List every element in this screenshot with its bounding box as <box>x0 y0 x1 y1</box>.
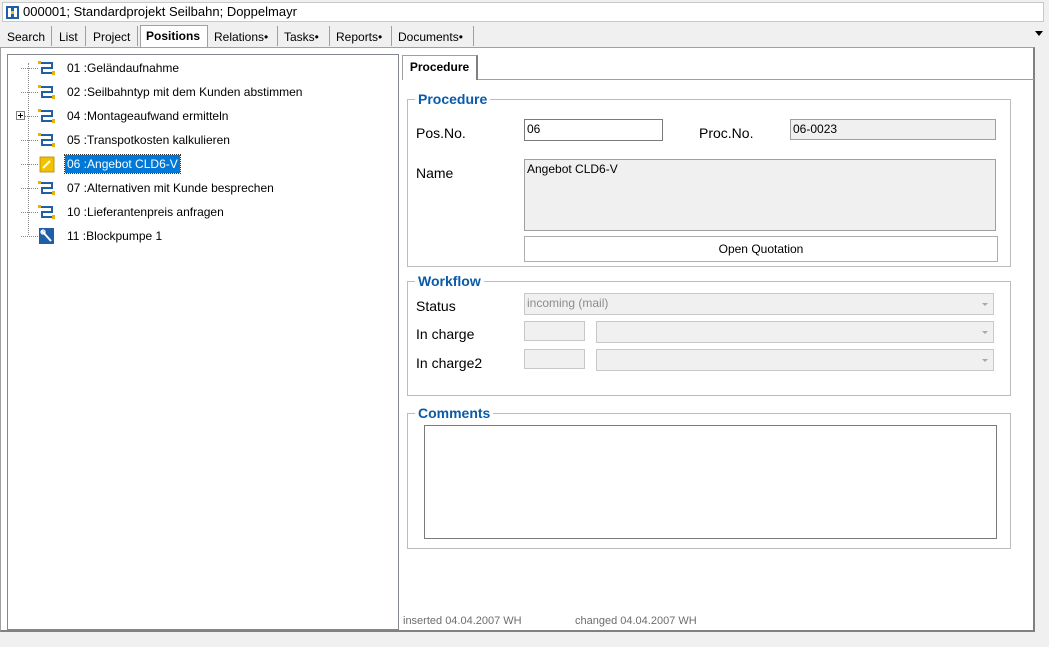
positions-tree[interactable]: 01 :Geländaufnahme 02 :Seilbahntyp mit d… <box>7 54 399 630</box>
tree-item-11[interactable]: 11 :Blockpumpe 1 <box>8 225 398 247</box>
tree-item-10[interactable]: 10 :Lieferantenpreis anfragen <box>8 201 398 223</box>
tree-item-01[interactable]: 01 :Geländaufnahme <box>8 57 398 79</box>
tab-search[interactable]: Search <box>2 26 52 46</box>
tree-item-05[interactable]: 05 :Transpotkosten kalkulieren <box>8 129 398 151</box>
in-charge2-code-field <box>524 349 585 369</box>
tab-list[interactable]: List <box>54 26 86 46</box>
workflow-icon <box>38 133 55 147</box>
tab-reports[interactable]: Reports• <box>331 26 392 46</box>
dropdown-arrow-icon <box>982 359 988 362</box>
tab-tasks[interactable]: Tasks• <box>279 26 330 46</box>
name-label: Name <box>416 165 454 181</box>
tab-project[interactable]: Project <box>88 26 138 46</box>
tree-item-label: 10 :Lieferantenpreis anfragen <box>67 205 224 219</box>
comments-group-title: Comments <box>415 405 494 421</box>
in-charge2-select <box>596 349 994 371</box>
tree-item-label: 04 :Montageaufwand ermitteln <box>67 109 229 123</box>
in-charge2-label: In charge2 <box>416 355 483 371</box>
tree-item-label: 07 :Alternativen mit Kunde besprechen <box>67 181 274 195</box>
name-field[interactable]: Angebot CLD6-V <box>524 159 996 231</box>
inserted-info: inserted 04.04.2007 WH <box>403 615 522 627</box>
window-title-bar: 000001; Standardprojekt Seilbahn; Doppel… <box>2 2 1044 22</box>
procedure-group-title: Procedure <box>415 91 491 107</box>
tree-item-02[interactable]: 02 :Seilbahntyp mit dem Kunden abstimmen <box>8 81 398 103</box>
pos-no-label: Pos.No. <box>416 125 466 141</box>
status-value: incoming (mail) <box>527 296 609 310</box>
workflow-group-title: Workflow <box>415 273 484 289</box>
tree-item-label: 06 :Angebot CLD6-V <box>64 154 181 174</box>
tree-item-07[interactable]: 07 :Alternativen mit Kunde besprechen <box>8 177 398 199</box>
tree-item-label: 01 :Geländaufnahme <box>67 61 180 75</box>
tree-item-label: 05 :Transpotkosten kalkulieren <box>67 133 230 147</box>
in-charge-code-field <box>524 321 585 341</box>
in-charge-select <box>596 321 994 343</box>
project-icon <box>6 6 19 19</box>
procedure-group: Procedure Pos.No. 06 Proc.No. 06-0023 Na… <box>407 91 1011 267</box>
status-select: incoming (mail) <box>524 293 994 315</box>
changed-info: changed 04.04.2007 WH <box>575 615 697 627</box>
workflow-icon <box>38 85 55 99</box>
open-quotation-button[interactable]: Open Quotation <box>524 236 998 262</box>
workflow-group: Workflow Status incoming (mail) In charg… <box>407 273 1011 396</box>
in-charge-label: In charge <box>416 326 475 342</box>
window-title: 000001; Standardprojekt Seilbahn; Doppel… <box>23 4 297 19</box>
tree-item-06[interactable]: 06 :Angebot CLD6-V <box>8 153 398 175</box>
tab-positions[interactable]: Positions <box>140 25 208 47</box>
wrench-icon <box>39 228 54 244</box>
proc-no-field: 06-0023 <box>790 119 996 140</box>
main-tab-strip: Search List Project Positions Relations•… <box>0 25 1049 47</box>
tree-item-04[interactable]: 04 :Montageaufwand ermitteln <box>8 105 398 127</box>
tab-documents[interactable]: Documents• <box>393 26 474 46</box>
proc-no-label: Proc.No. <box>699 125 754 141</box>
tab-divider <box>478 79 1034 80</box>
tab-overflow-arrow-icon[interactable] <box>1035 31 1043 36</box>
status-label: Status <box>416 298 456 314</box>
tree-item-label: 02 :Seilbahntyp mit dem Kunden abstimmen <box>67 85 303 99</box>
workflow-icon <box>38 205 55 219</box>
dropdown-arrow-icon <box>982 303 988 306</box>
pencil-icon <box>39 156 55 173</box>
expand-plus-icon[interactable] <box>16 111 25 120</box>
comments-group: Comments <box>407 405 1011 549</box>
tree-item-label: 11 :Blockpumpe 1 <box>67 229 163 243</box>
dropdown-arrow-icon <box>982 331 988 334</box>
pos-no-field[interactable]: 06 <box>524 119 663 141</box>
workflow-icon <box>38 181 55 195</box>
tab-relations[interactable]: Relations• <box>209 26 278 46</box>
workflow-icon <box>38 109 55 123</box>
comments-textarea[interactable] <box>424 425 997 539</box>
workflow-icon <box>38 61 55 75</box>
tab-procedure[interactable]: Procedure <box>402 55 478 80</box>
